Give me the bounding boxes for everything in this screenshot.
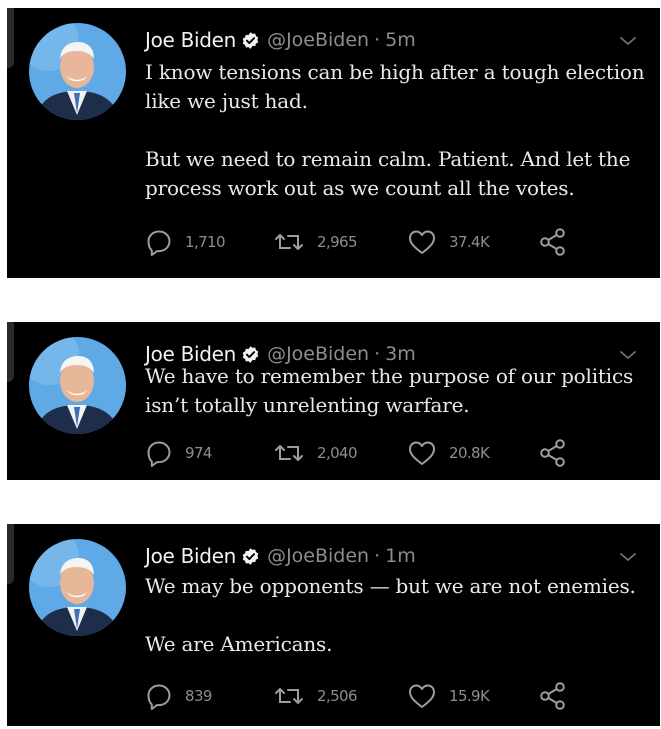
tweet-text: We may be opponents — but we are not ene… (145, 572, 646, 659)
reply-icon (145, 228, 173, 256)
share-button[interactable] (538, 436, 568, 470)
share-button[interactable] (538, 679, 568, 713)
reply-button[interactable]: 839 (145, 679, 212, 713)
tweet-actions: 839 2,506 15.9K (145, 679, 605, 713)
reply-button[interactable]: 974 (145, 436, 212, 470)
author-handle[interactable]: @JoeBiden (267, 545, 369, 567)
tweet-header: Joe Biden @JoeBiden · 1m (145, 541, 640, 571)
reply-button[interactable]: 1,710 (145, 225, 226, 259)
retweet-button[interactable]: 2,965 (273, 225, 358, 259)
retweet-icon (273, 682, 305, 710)
timestamp[interactable]: 5m (385, 29, 416, 51)
share-icon (538, 681, 568, 711)
share-icon (538, 227, 568, 257)
like-count: 15.9K (449, 687, 490, 705)
retweet-count: 2,965 (317, 233, 358, 251)
tweet-text: We have to remember the purpose of our p… (145, 362, 646, 420)
tweet-actions: 974 2,040 20.8K (145, 436, 605, 470)
author-name[interactable]: Joe Biden (145, 28, 236, 52)
avatar[interactable] (29, 539, 126, 636)
like-count: 37.4K (449, 233, 490, 251)
chevron-down-icon[interactable] (616, 545, 640, 569)
tweet-text: I know tensions can be high after a toug… (145, 58, 646, 203)
divider (7, 322, 14, 382)
retweet-count: 2,506 (317, 687, 358, 705)
share-button[interactable] (538, 225, 568, 259)
heart-icon (407, 228, 437, 256)
share-icon (538, 438, 568, 468)
reply-count: 1,710 (185, 233, 226, 251)
like-button[interactable]: 20.8K (407, 436, 490, 470)
retweet-icon (273, 228, 305, 256)
tweet-paragraph: We may be opponents — but we are not ene… (145, 574, 636, 598)
tweet-header: Joe Biden @JoeBiden · 5m (145, 25, 640, 55)
author-name[interactable]: Joe Biden (145, 544, 236, 568)
heart-icon (407, 439, 437, 467)
tweet-paragraph: I know tensions can be high after a toug… (145, 60, 645, 113)
retweet-button[interactable]: 2,506 (273, 679, 358, 713)
divider (7, 8, 14, 68)
retweet-icon (273, 439, 305, 467)
reply-icon (145, 439, 173, 467)
avatar[interactable] (29, 23, 126, 120)
verified-badge-icon (241, 547, 260, 566)
tweet-paragraph: We have to remember the purpose of our p… (145, 364, 634, 417)
verified-badge-icon (241, 345, 260, 364)
like-button[interactable]: 15.9K (407, 679, 490, 713)
separator-dot: · (374, 29, 381, 51)
retweet-count: 2,040 (317, 444, 358, 462)
heart-icon (407, 682, 437, 710)
tweet-actions: 1,710 2,965 37.4K (145, 225, 605, 259)
like-count: 20.8K (449, 444, 490, 462)
like-button[interactable]: 37.4K (407, 225, 490, 259)
tweet-paragraph: But we need to remain calm. Patient. And… (145, 147, 631, 200)
separator-dot: · (374, 545, 381, 567)
author-handle[interactable]: @JoeBiden (267, 29, 369, 51)
reply-count: 839 (185, 687, 212, 705)
avatar[interactable] (29, 337, 126, 434)
verified-badge-icon (241, 31, 260, 50)
tweet-paragraph: We are Americans. (145, 632, 333, 656)
chevron-down-icon[interactable] (616, 29, 640, 53)
reply-count: 974 (185, 444, 212, 462)
tweet-card[interactable]: Joe Biden @JoeBiden · 1m We may be oppon… (7, 524, 660, 726)
tweet-card[interactable]: Joe Biden @JoeBiden · 5m I know tensions… (7, 8, 660, 278)
divider (7, 524, 14, 584)
reply-icon (145, 682, 173, 710)
timestamp[interactable]: 1m (385, 545, 416, 567)
retweet-button[interactable]: 2,040 (273, 436, 358, 470)
tweet-card[interactable]: Joe Biden @JoeBiden · 3m We have to reme… (7, 322, 660, 480)
